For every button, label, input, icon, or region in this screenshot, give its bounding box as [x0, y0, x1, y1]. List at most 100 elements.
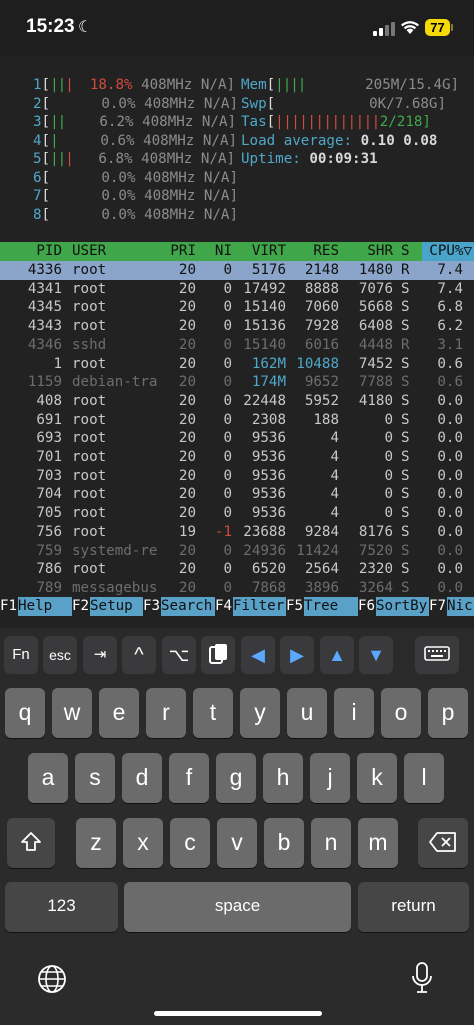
key-t[interactable]: t	[193, 688, 233, 738]
key-s[interactable]: s	[75, 753, 115, 803]
fkey-f6[interactable]: F6	[358, 597, 375, 616]
function-key-bar[interactable]: F1 Help F2 Setup F3 Search F4 Filter F5 Tree F6 Sor…	[0, 597, 474, 616]
fkey-label-search[interactable]: Search	[161, 597, 215, 616]
key-m[interactable]: m	[358, 818, 398, 868]
key-l[interactable]: l	[404, 753, 444, 803]
ctrl-key[interactable]: ^	[122, 636, 156, 674]
key-n[interactable]: n	[311, 818, 351, 868]
microphone-icon[interactable]	[410, 962, 434, 994]
process-row[interactable]: 4345 root 20 0 15140 7060 5668 S 6.8	[0, 298, 474, 317]
fn-key[interactable]: Fn	[4, 636, 38, 674]
column-header-s[interactable]: S	[401, 242, 410, 261]
key-f[interactable]: f	[169, 753, 209, 803]
process-row[interactable]: 756 root 19 -1 23688 9284 8176 S 0.0	[0, 523, 474, 542]
process-row[interactable]: 408 root 20 0 22448 5952 4180 S 0.0	[0, 392, 474, 411]
column-header-res[interactable]: RES	[313, 242, 339, 261]
key-e[interactable]: e	[99, 688, 139, 738]
process-virt: 9536	[251, 430, 286, 447]
fkey-label-filter[interactable]: Filter	[233, 597, 286, 616]
key-i[interactable]: i	[334, 688, 374, 738]
key-q[interactable]: q	[5, 688, 45, 738]
process-row[interactable]: 4336 root 20 0 5176 2148 1480 R 7.4	[0, 261, 474, 280]
esc-key[interactable]: esc	[43, 636, 77, 674]
space-key[interactable]: space	[124, 882, 351, 932]
key-y[interactable]: y	[240, 688, 280, 738]
fkey-f3[interactable]: F3	[143, 597, 160, 616]
process-row[interactable]: 705 root 20 0 9536 4 0 S 0.0	[0, 504, 474, 523]
numbers-key[interactable]: 123	[5, 882, 118, 932]
arrow-right-key[interactable]: ▶	[280, 636, 314, 674]
fkey-label-tree[interactable]: Tree	[304, 597, 358, 616]
key-r[interactable]: r	[146, 688, 186, 738]
key-p[interactable]: p	[428, 688, 468, 738]
fkey-label-help[interactable]: Help	[18, 597, 72, 616]
process-shr: 0	[384, 486, 393, 503]
shift-key[interactable]	[7, 818, 55, 868]
process-shr: 2320	[358, 561, 393, 578]
terminal-htop[interactable]: 1[||| 18.8% 408MHz N/A] 2[ 0.0% 408MHz N/…	[0, 56, 474, 628]
column-header-cpu[interactable]: CPU%▽	[429, 242, 472, 261]
process-row[interactable]: 691 root 20 0 2308 188 0 S 0.0	[0, 411, 474, 430]
column-header-shr[interactable]: SHR	[367, 242, 393, 261]
process-row[interactable]: 789 messagebus 20 0 7868 3896 3264 S 0.0	[0, 579, 474, 598]
key-z[interactable]: z	[76, 818, 116, 868]
column-header-pid[interactable]: PID	[36, 242, 62, 261]
process-row[interactable]: 701 root 20 0 9536 4 0 S 0.0	[0, 448, 474, 467]
fkey-f1[interactable]: F1	[0, 597, 17, 616]
fkey-label-setup[interactable]: Setup	[90, 597, 143, 616]
process-cpu: 6.2	[437, 318, 463, 335]
key-j[interactable]: j	[310, 753, 350, 803]
return-key[interactable]: return	[358, 882, 469, 932]
backspace-key[interactable]	[418, 818, 468, 868]
process-pri: 20	[178, 449, 196, 465]
process-pri: 20	[178, 336, 196, 353]
process-row[interactable]: 759 systemd-re 20 0 24936 11424 7520 S 0.0	[0, 542, 474, 561]
globe-icon[interactable]	[37, 964, 67, 994]
process-row[interactable]: 1 root 20 0 162M 10488 7452 S 0.6	[0, 355, 474, 374]
arrow-left-key[interactable]: ◀	[241, 636, 275, 674]
key-v[interactable]: v	[217, 818, 257, 868]
key-k[interactable]: k	[357, 753, 397, 803]
key-o[interactable]: o	[381, 688, 421, 738]
process-row[interactable]: 4341 root 20 0 17492 8888 7076 S 7.4	[0, 280, 474, 299]
process-row[interactable]: 693 root 20 0 9536 4 0 S 0.0	[0, 429, 474, 448]
process-user: root	[72, 505, 107, 522]
process-row[interactable]: 703 root 20 0 9536 4 0 S 0.0	[0, 467, 474, 486]
fkey-f4[interactable]: F4	[215, 597, 232, 616]
paste-icon[interactable]	[201, 636, 235, 674]
key-c[interactable]: c	[170, 818, 210, 868]
key-d[interactable]: d	[122, 753, 162, 803]
process-res: 11424	[296, 542, 339, 559]
process-row[interactable]: 4343 root 20 0 15136 7928 6408 S 6.2	[0, 317, 474, 336]
column-header-user[interactable]: USER	[72, 242, 106, 261]
process-s: S	[401, 374, 410, 391]
column-header-virt[interactable]: VIRT	[252, 242, 286, 261]
fkey-label-nic[interactable]: Nic	[447, 597, 474, 616]
process-row[interactable]: 4346 sshd 20 0 15140 6016 4448 R 3.1	[0, 336, 474, 355]
column-header-pri[interactable]: PRI	[170, 242, 196, 261]
cpu-bars: |	[50, 132, 58, 149]
process-row[interactable]: 1159 debian-tra 20 0 174M 9652 7788 S 0.6	[0, 373, 474, 392]
key-g[interactable]: g	[216, 753, 256, 803]
key-u[interactable]: u	[287, 688, 327, 738]
alt-key[interactable]: ⌥	[162, 636, 196, 674]
load-average: Load average: 0.10 0.08	[241, 132, 438, 149]
process-row[interactable]: 786 root 20 0 6520 2564 2320 S 0.0	[0, 560, 474, 579]
process-table-header[interactable]: PID USER PRI NI VIRT RES SHR S CPU%▽	[0, 242, 474, 261]
fkey-f5[interactable]: F5	[286, 597, 303, 616]
key-x[interactable]: x	[123, 818, 163, 868]
process-row[interactable]: 704 root 20 0 9536 4 0 S 0.0	[0, 485, 474, 504]
arrow-up-key[interactable]: ▲	[320, 636, 354, 674]
keyboard-hide-icon[interactable]	[415, 636, 459, 674]
key-a[interactable]: a	[28, 753, 68, 803]
cpu-meter: 5[||| 6.8% 408MHz N/A]	[33, 150, 235, 168]
key-w[interactable]: w	[52, 688, 92, 738]
key-b[interactable]: b	[264, 818, 304, 868]
arrow-down-key[interactable]: ▼	[359, 636, 393, 674]
tab-key[interactable]: ⇥	[83, 636, 117, 674]
column-header-ni[interactable]: NI	[215, 242, 232, 261]
key-h[interactable]: h	[263, 753, 303, 803]
fkey-label-sortby[interactable]: SortBy	[376, 597, 429, 616]
fkey-f7[interactable]: F7	[429, 597, 446, 616]
fkey-f2[interactable]: F2	[72, 597, 89, 616]
